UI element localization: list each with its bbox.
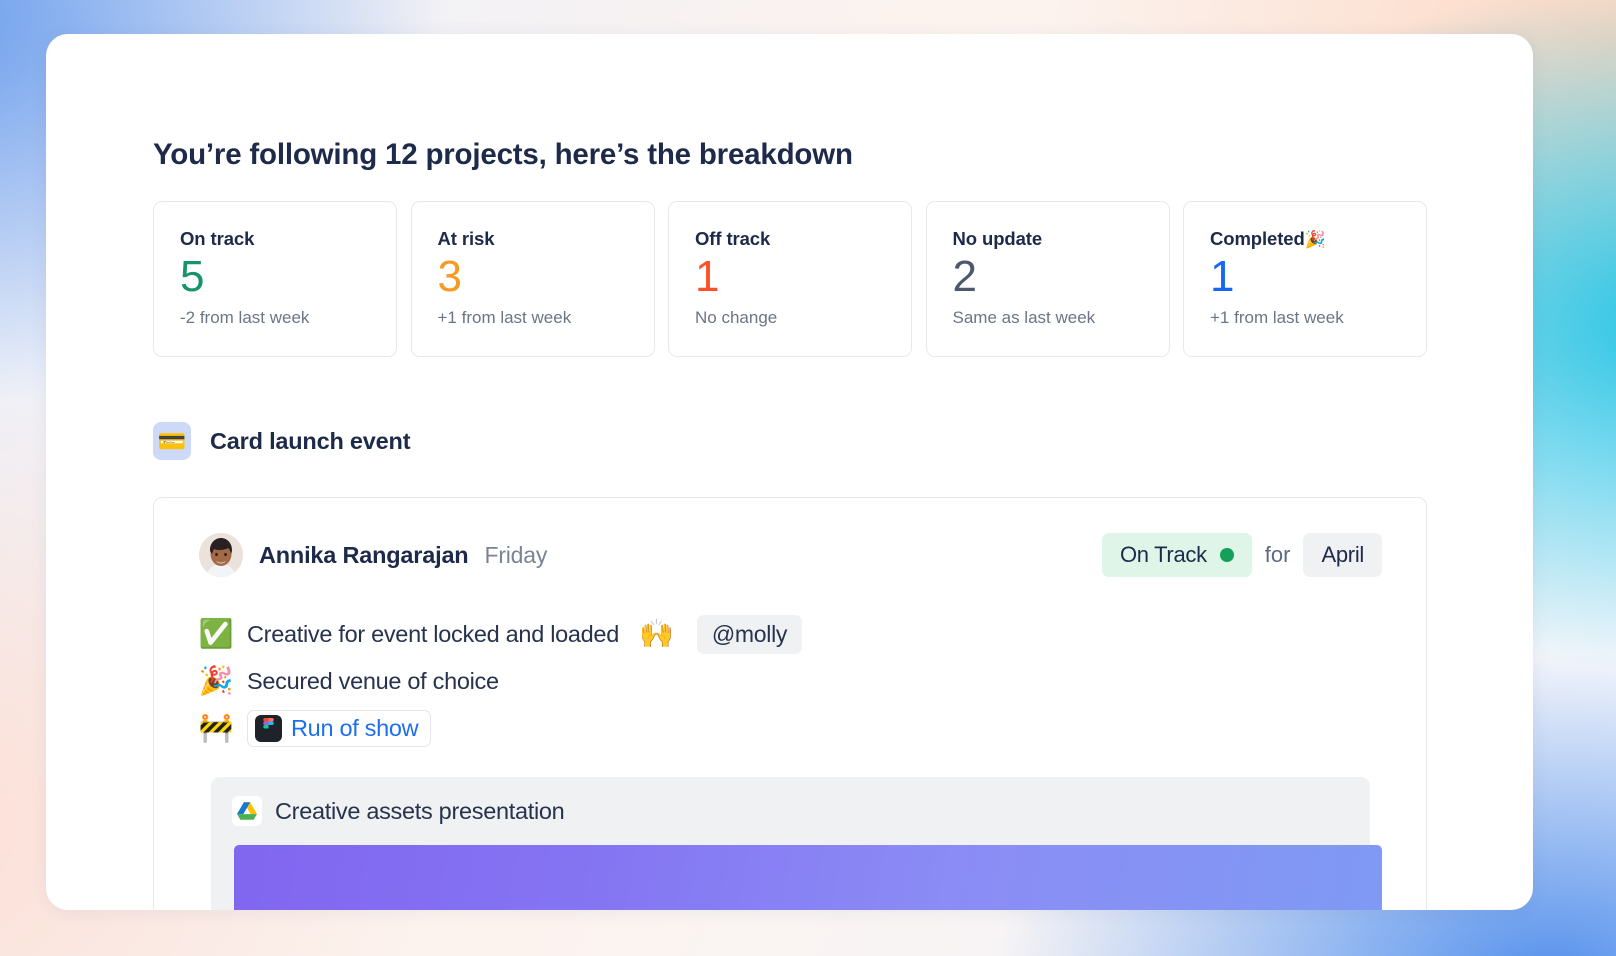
stat-card-on-track[interactable]: On track 5 -2 from last week: [153, 201, 397, 357]
attachment-card[interactable]: Creative assets presentation: [211, 777, 1370, 910]
stat-value: 1: [695, 253, 911, 301]
project-status-summary: On track 5 -2 from last week At risk 3 +…: [153, 201, 1427, 357]
stat-delta: +1 from last week: [438, 308, 654, 328]
author-name[interactable]: Annika Rangarajan: [259, 542, 468, 569]
list-item: 🚧 Run of show: [199, 707, 1382, 749]
app-window: You’re following 12 projects, here’s the…: [46, 34, 1533, 910]
attachment-preview[interactable]: [234, 845, 1382, 910]
credit-card-emoji: 💳: [153, 422, 191, 460]
status-for-label: for: [1260, 542, 1296, 568]
update-day: Friday: [484, 542, 547, 569]
check-mark-button-emoji: ✅: [199, 620, 233, 648]
status-badge-label: On Track: [1120, 542, 1207, 568]
party-popper-emoji: 🎉: [1305, 230, 1326, 249]
stat-value: 1: [1210, 253, 1426, 301]
author-block: Annika Rangarajan Friday: [199, 533, 547, 577]
attachment-title: Creative assets presentation: [275, 798, 564, 825]
stat-value: 2: [953, 253, 1169, 301]
list-item-text: Creative for event locked and loaded: [247, 621, 619, 648]
construction-emoji: 🚧: [199, 714, 233, 742]
stat-card-no-update[interactable]: No update 2 Same as last week: [926, 201, 1170, 357]
stat-label: No update: [953, 228, 1169, 250]
project-header[interactable]: 💳 Card launch event: [153, 422, 410, 460]
figma-link-text[interactable]: Run of show: [291, 715, 418, 742]
list-item: ✅ Creative for event locked and loaded 🙌…: [199, 613, 1382, 655]
stat-label: On track: [180, 228, 396, 250]
stat-value: 3: [438, 253, 654, 301]
mention-pill-molly[interactable]: @molly: [697, 615, 802, 654]
party-popper-emoji: 🎉: [199, 667, 233, 695]
figma-link-chip[interactable]: Run of show: [247, 710, 431, 747]
stat-card-off-track[interactable]: Off track 1 No change: [668, 201, 912, 357]
project-name[interactable]: Card launch event: [210, 428, 410, 455]
figma-icon: [255, 715, 282, 742]
period-badge[interactable]: April: [1303, 533, 1382, 577]
raising-hands-emoji: 🙌: [639, 620, 674, 648]
stat-delta: +1 from last week: [1210, 308, 1426, 328]
stat-delta: No change: [695, 308, 911, 328]
google-drive-icon: [232, 796, 262, 826]
stat-value: 5: [180, 253, 396, 301]
status-badge[interactable]: On Track: [1102, 533, 1252, 577]
status-update-card: Annika Rangarajan Friday On Track for Ap…: [153, 497, 1427, 910]
status-dot-icon: [1220, 548, 1234, 562]
status-block: On Track for April: [1102, 533, 1382, 577]
stat-label: Off track: [695, 228, 911, 250]
list-item: 🎉 Secured venue of choice: [199, 660, 1382, 702]
attachment-header: Creative assets presentation: [232, 796, 1370, 826]
stat-card-at-risk[interactable]: At risk 3 +1 from last week: [411, 201, 655, 357]
update-bullet-list: ✅ Creative for event locked and loaded 🙌…: [199, 613, 1382, 749]
stat-card-completed[interactable]: Completed🎉 1 +1 from last week: [1183, 201, 1427, 357]
page-title: You’re following 12 projects, here’s the…: [153, 138, 853, 172]
stat-label: At risk: [438, 228, 654, 250]
stat-label: Completed🎉: [1210, 228, 1426, 250]
list-item-text: Secured venue of choice: [247, 668, 499, 695]
status-update-header: Annika Rangarajan Friday On Track for Ap…: [199, 533, 1382, 577]
stat-delta: -2 from last week: [180, 308, 396, 328]
stat-delta: Same as last week: [953, 308, 1169, 328]
avatar[interactable]: [199, 533, 243, 577]
